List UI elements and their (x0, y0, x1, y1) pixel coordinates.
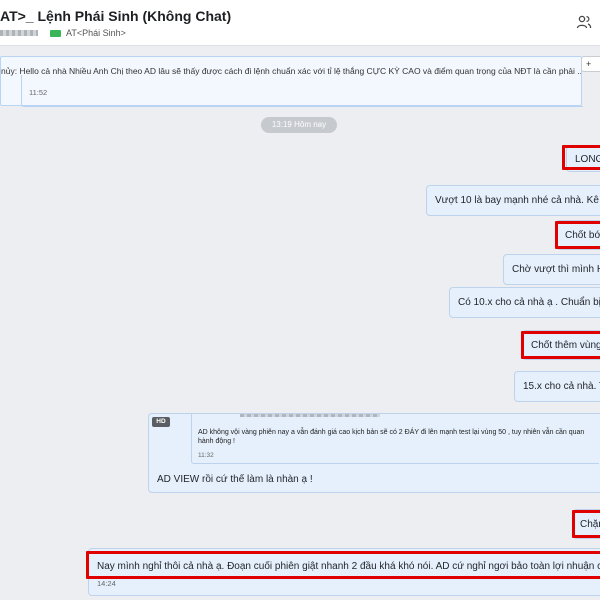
message-text: AD VIEW rồi cứ thế làm là nhàn ạ ! (157, 474, 313, 485)
redacted-member-count (0, 30, 38, 36)
highlight-box (562, 145, 600, 170)
message-time: 14:24 (97, 579, 116, 588)
quoted-text-line-2: hành động ! (198, 438, 235, 445)
highlight-box (555, 221, 600, 249)
message-text: 15.x cho cả nhà. T (523, 381, 600, 392)
highlight-box (572, 510, 600, 538)
channel-tag[interactable]: AT<Phái Sinh> (66, 28, 126, 38)
highlight-box (86, 551, 600, 579)
highlight-box (521, 331, 600, 359)
message-text: Vượt 10 là bay mạnh nhé cả nhà. Kê SL (435, 195, 600, 206)
message-bubble[interactable]: Chờ vượt thì mình H (503, 254, 600, 285)
pinned-reply-frame (21, 75, 583, 107)
quoted-text-line-1: AD không vội vàng phiên nay a vẫn đánh g… (198, 429, 585, 436)
chat-title: AT>_ Lệnh Phái Sinh (Không Chat) (0, 8, 232, 24)
message-text: Chờ vượt thì mình H (512, 264, 600, 275)
date-separator: 13:19 Hôm nay (261, 117, 337, 133)
expand-pinned-button[interactable]: + (581, 56, 600, 72)
pinned-message-time: 11:52 (29, 88, 48, 97)
message-bubble[interactable]: 15.x cho cả nhà. T (514, 371, 600, 402)
chat-subtitle: AT<Phái Sinh> (0, 27, 126, 39)
message-bubble-reply[interactable]: HD AD không vội vàng phiên nay a vẫn đán… (148, 413, 600, 493)
message-bubble[interactable]: Có 10.x cho cả nhà ạ . Chuẩn bị B (449, 287, 600, 318)
chat-header: AT>_ Lệnh Phái Sinh (Không Chat) AT<Phái… (0, 0, 600, 46)
redacted-quote-author (240, 414, 380, 417)
hd-badge: HD (152, 417, 170, 427)
quoted-message[interactable]: AD không vội vàng phiên nay a vẫn đánh g… (191, 414, 599, 464)
members-icon[interactable] (576, 14, 592, 30)
tag-icon (50, 29, 61, 37)
quoted-time: 11:32 (198, 452, 214, 459)
message-bubble[interactable]: Vượt 10 là bay mạnh nhé cả nhà. Kê SL (426, 185, 600, 216)
pinned-message[interactable]: nủy: Hello cả nhà Nhiều Anh Chị theo AD … (0, 56, 583, 107)
message-text: Có 10.x cho cả nhà ạ . Chuẩn bị B (458, 297, 600, 308)
